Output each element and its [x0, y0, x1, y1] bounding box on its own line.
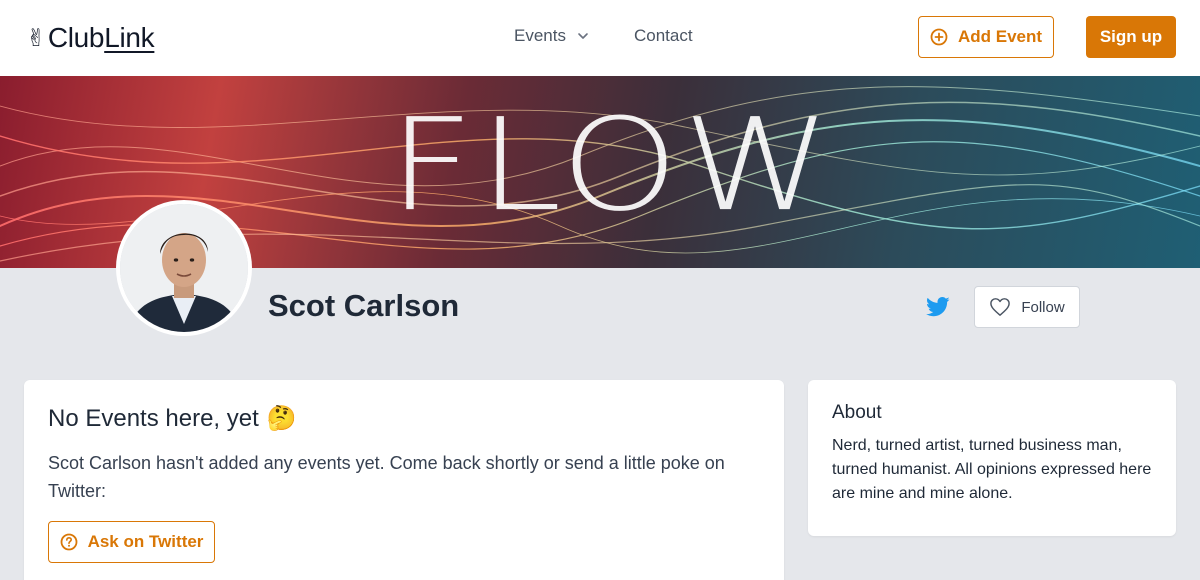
- victory-hand-icon: ✌: [26, 24, 46, 52]
- profile-name: Scot Carlson: [268, 288, 460, 323]
- avatar: [116, 200, 252, 336]
- plus-circle-icon: [930, 28, 948, 46]
- events-dropdown[interactable]: Events: [514, 26, 590, 46]
- thinking-face-icon: 🤔: [266, 405, 297, 432]
- follow-button[interactable]: Follow: [974, 286, 1080, 328]
- follow-label: Follow: [1021, 298, 1065, 316]
- add-event-button[interactable]: Add Event: [918, 16, 1054, 58]
- chevron-down-icon: [578, 33, 588, 39]
- navbar: ✌ Club Link Events Contact Add Event Sign…: [0, 0, 1200, 76]
- ask-on-twitter-button[interactable]: Ask on Twitter: [48, 521, 215, 563]
- twitter-icon[interactable]: [926, 296, 950, 318]
- question-circle-icon: [60, 533, 77, 551]
- ask-on-twitter-label: Ask on Twitter: [87, 532, 204, 551]
- signup-button[interactable]: Sign up: [1086, 16, 1176, 58]
- main-nav: Events Contact: [514, 26, 693, 46]
- add-event-label: Add Event: [957, 27, 1043, 46]
- logo-text-club: Club: [47, 22, 105, 53]
- banner-title: FLOW: [388, 91, 835, 240]
- events-card: No Events here, yet 🤔 Scot Carlson hasn'…: [24, 380, 784, 580]
- about-bio: Nerd, turned artist, turned business man…: [832, 437, 1152, 502]
- avatar-photo: [120, 204, 248, 332]
- contact-link[interactable]: Contact: [634, 26, 693, 46]
- about-title: About: [832, 402, 882, 423]
- logo-text-link: Link: [104, 22, 155, 53]
- events-card-title: No Events here, yet 🤔: [48, 404, 760, 433]
- clublink-logo[interactable]: ✌ Club Link: [26, 22, 155, 54]
- events-nav-label: Events: [514, 26, 566, 45]
- about-card: About Nerd, turned artist, turned busine…: [808, 380, 1176, 536]
- heart-icon: [990, 298, 1011, 316]
- events-card-title-text: No Events here, yet: [48, 404, 259, 432]
- events-empty-message: Scot Carlson hasn't added any events yet…: [48, 453, 725, 501]
